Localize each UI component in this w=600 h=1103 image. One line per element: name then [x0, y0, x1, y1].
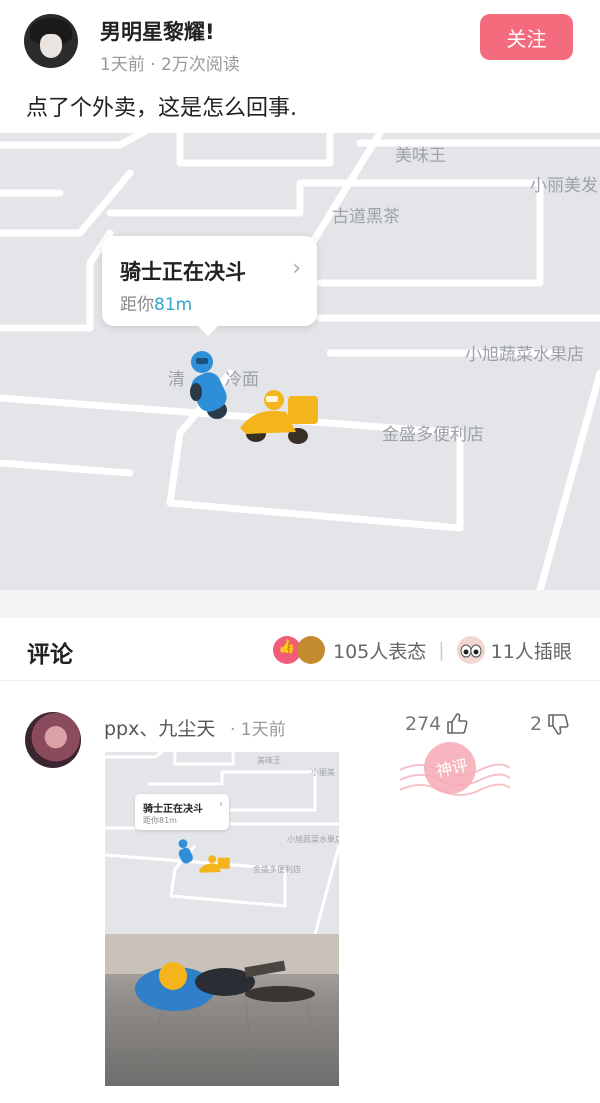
- thumb-down-icon: [548, 714, 569, 735]
- chevron-right-icon: ›: [219, 799, 223, 810]
- map-label: 小丽美: [311, 768, 335, 777]
- avatar-face: [40, 34, 62, 58]
- post-image-map[interactable]: 美味王 小丽美发 古道黑茶 小旭蔬菜水果店 清 冷面 金盛多便利店 骑士正在决斗…: [0, 133, 600, 590]
- blue-rider-icon: [190, 351, 227, 419]
- rider-status-title: 骑士正在决斗: [120, 260, 246, 284]
- map-label: 小旭蔬菜水果店: [287, 835, 339, 844]
- section-separator: [0, 590, 600, 618]
- yellow-rider-icon: [198, 855, 230, 873]
- comment-image-photo: [105, 934, 339, 1086]
- map-label: 小丽美发: [530, 176, 598, 196]
- distance-prefix: 距你: [120, 295, 154, 315]
- comment-image[interactable]: 美味王 小丽美 小旭蔬菜水果店 金盛多便利店 骑士正在决斗 › 距你81m: [105, 752, 339, 1086]
- author-avatar[interactable]: [24, 14, 78, 68]
- dislike-button[interactable]: 2: [530, 712, 570, 736]
- rider-status-card[interactable]: 骑士正在决斗 › 距你81m: [102, 236, 317, 336]
- reactions-summary[interactable]: 105人表态 | 11人插眼: [273, 633, 572, 667]
- post-meta: 1天前 · 2万次阅读: [100, 55, 240, 75]
- divider: [0, 680, 600, 681]
- comment-time: · 1天前: [230, 720, 286, 740]
- rider-distance: 距你81m: [120, 290, 192, 315]
- chevron-right-icon: ›: [292, 256, 301, 281]
- commenter-name[interactable]: ppx、九尘天: [104, 714, 215, 741]
- map-label: 美味王: [257, 756, 281, 765]
- map-label: 古道黑茶: [332, 207, 400, 227]
- commenter-avatar[interactable]: [25, 712, 81, 768]
- fighting-riders-photo: [105, 934, 339, 1086]
- dislike-count: 2: [530, 713, 543, 735]
- mini-card-distance: 距你81m: [143, 816, 177, 825]
- follow-button[interactable]: 关注: [480, 14, 573, 60]
- map-label: 小旭蔬菜水果店: [465, 345, 584, 365]
- yellow-rider-icon: [240, 390, 318, 444]
- map-label: 金盛多便利店: [382, 425, 484, 445]
- author-name[interactable]: 男明星黎耀!: [100, 16, 215, 46]
- mini-card-title: 骑士正在决斗: [143, 804, 203, 815]
- reactions-count: 105人表态: [333, 640, 427, 663]
- map-label: 美味王: [395, 146, 446, 166]
- god-comment-stamp: 神评: [400, 742, 510, 796]
- map-label: 金盛多便利店: [253, 865, 301, 874]
- hat-emoji-icon: [297, 636, 325, 664]
- distance-value: 81m: [154, 295, 193, 315]
- eyes-emoji-icon: [456, 636, 485, 664]
- comment-image-map: 美味王 小丽美 小旭蔬菜水果店 金盛多便利店 骑士正在决斗 › 距你81m: [105, 752, 339, 935]
- post-text: 点了个外卖，这是怎么回事.: [26, 96, 297, 121]
- divider: |: [438, 639, 445, 661]
- eyes-count: 11人插眼: [490, 640, 572, 663]
- blue-rider-icon: [178, 839, 193, 864]
- comments-title: 评论: [27, 642, 73, 668]
- mini-rider-card: 骑士正在决斗 › 距你81m: [135, 794, 229, 830]
